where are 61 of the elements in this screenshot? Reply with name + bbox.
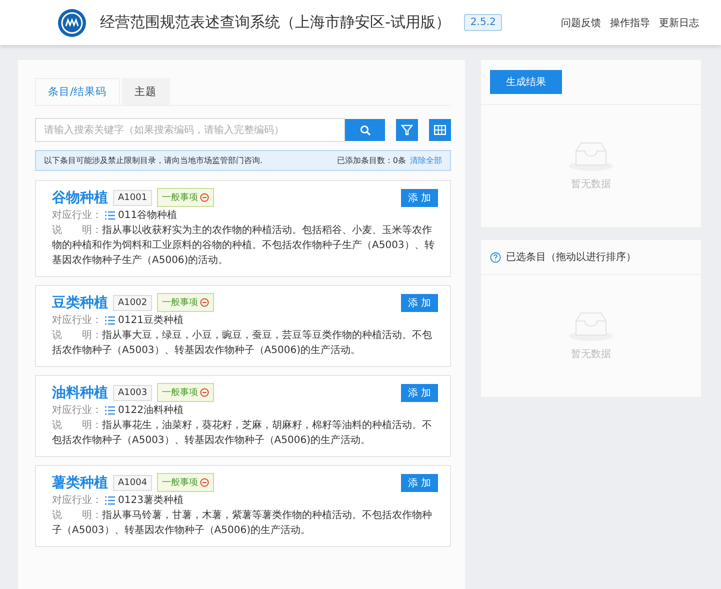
list-icon [105, 316, 115, 325]
tab[interactable]: 主题 [122, 78, 170, 105]
version-badge: 2.5.2 [464, 14, 502, 31]
generate-button[interactable]: 生成结果 [490, 70, 562, 94]
add-button[interactable]: 添 加 [400, 188, 438, 206]
minus-circle-icon [200, 298, 210, 307]
minus-circle-icon [200, 478, 210, 487]
add-button[interactable]: 添 加 [400, 474, 438, 492]
item-name: 豆类种植 [52, 294, 108, 312]
industry-value: 0121豆类种植 [118, 314, 184, 328]
header-link[interactable]: 操作指导 [610, 16, 650, 30]
minus-circle-icon [200, 388, 210, 397]
item-description: 说 明：指从事花生，油菜籽，葵花籽，芝麻，胡麻籽，棉籽等油料的种植活动。不包括农作物种子（A5003）、转基因农作物种子（A5006)的生产活动。 [52, 418, 433, 448]
industry-label: 对应行业： [52, 494, 102, 508]
item-tag: 一般事项 [157, 473, 214, 492]
header-link[interactable]: 问题反馈 [561, 16, 601, 30]
item-description: 说 明：指从事大豆，绿豆，小豆，豌豆，蚕豆，芸豆等豆类作物的种植活动。不包括农作物种子（A5003）、转基因农作物种子（A5006)的生产活动。 [52, 328, 433, 358]
clear-all-link[interactable]: 清除全部 [410, 155, 442, 166]
industry-value: 0123薯类种植 [118, 494, 184, 508]
item-name: 薯类种植 [52, 474, 108, 492]
empty-inbox-icon [568, 141, 614, 171]
industry-value: 0122油料种植 [118, 404, 184, 418]
notice-text: 以下条目可能涉及禁止限制目录，请向当地市场监管部门咨询. [44, 155, 263, 166]
item-code: A1004 [113, 474, 152, 490]
empty-text: 暂无数据 [571, 348, 611, 361]
item-name: 油料种植 [52, 384, 108, 402]
item-code: A1002 [113, 294, 152, 310]
added-count: 已添加条目数：0条 [336, 155, 406, 166]
list-icon [105, 496, 115, 505]
grid-view-button[interactable] [429, 119, 451, 141]
industry-label: 对应行业： [52, 314, 102, 328]
add-button[interactable]: 添 加 [400, 384, 438, 402]
filter-icon [401, 124, 413, 136]
app-title: 经营范围规范表述查询系统（上海市静安区-试用版） [100, 13, 450, 32]
search-button[interactable] [345, 119, 385, 141]
industry-label: 对应行业： [52, 404, 102, 418]
industry-value: 011谷物种植 [118, 208, 178, 223]
search-field[interactable]: 请输入搜索关键字（如果搜索编码，请输入完整编码） [35, 118, 345, 142]
list-icon [105, 406, 115, 415]
empty-text: 暂无数据 [571, 178, 611, 191]
add-button[interactable]: 添 加 [400, 294, 438, 312]
item-name: 谷物种植 [52, 188, 108, 206]
header-link[interactable]: 更新日志 [659, 16, 699, 30]
list-icon [105, 211, 115, 220]
grid-icon [434, 125, 446, 135]
industry-label: 对应行业： [52, 208, 102, 223]
item-tag: 一般事项 [157, 293, 214, 312]
filter-button[interactable] [396, 119, 418, 141]
search-icon [360, 124, 370, 136]
logo-icon [58, 8, 86, 36]
item-tag: 一般事项 [157, 383, 214, 402]
panel-title: 已选条目（拖动以进行排序） [506, 250, 636, 264]
minus-circle-icon [200, 193, 210, 202]
item-description: 说 明：指从事以收获籽实为主的农作物的种植活动。包括稻谷、小麦、玉米等农作物的种植和作为饲料和工业原料的谷物的种植。不包括农作物种子生产（A5003）、转基因农作物种子生产（A5006)的活动。 [52, 224, 436, 268]
tab[interactable]: 条目/结果码 [35, 78, 120, 105]
item-tag: 一般事项 [157, 188, 214, 207]
item-code: A1003 [113, 384, 152, 400]
help-icon [490, 252, 501, 262]
empty-inbox-icon [568, 311, 614, 341]
item-description: 说 明：指从事马铃薯，甘薯，木薯，紫薯等薯类作物的种植活动。不包括农作物种子（A5003）、转基因农作物种子（A5006)的生产活动。 [52, 508, 433, 538]
item-code: A1001 [113, 190, 152, 206]
